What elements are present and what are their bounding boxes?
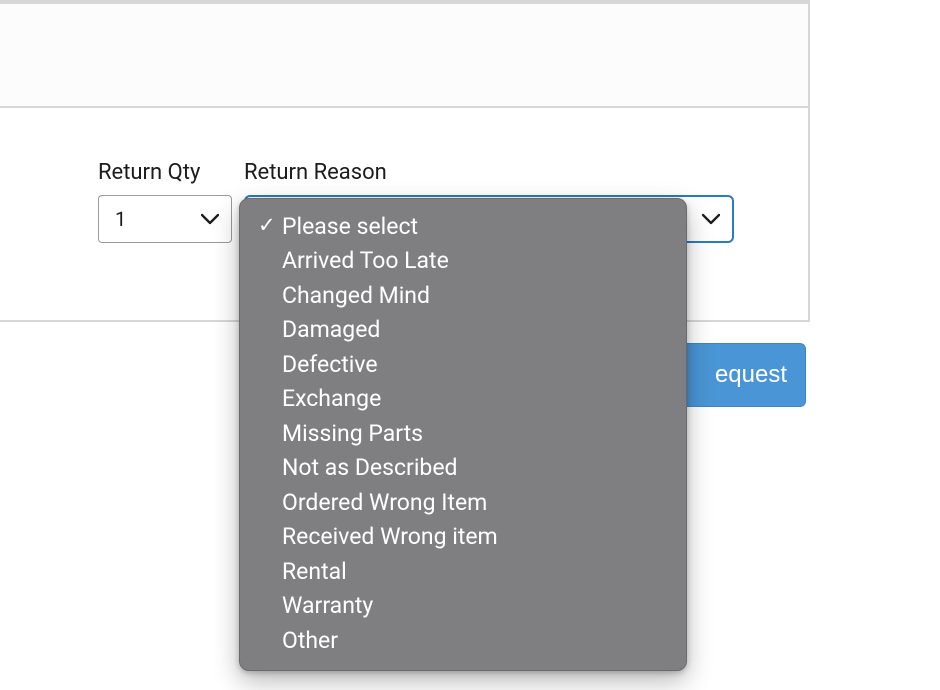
dropdown-item-label: Not as Described — [282, 456, 666, 479]
dropdown-item-label: Defective — [282, 353, 666, 376]
dropdown-item-label: Exchange — [282, 387, 666, 410]
dropdown-item-label: Arrived Too Late — [282, 249, 666, 272]
dropdown-item[interactable]: Changed Mind — [240, 278, 686, 313]
dropdown-item-label: Received Wrong item — [282, 525, 666, 548]
dropdown-item-label: Ordered Wrong Item — [282, 491, 666, 514]
dropdown-item[interactable]: Not as Described — [240, 451, 686, 486]
dropdown-item[interactable]: Rental — [240, 554, 686, 589]
dropdown-item-label: Please select — [282, 215, 666, 238]
dropdown-item[interactable]: Exchange — [240, 382, 686, 417]
dropdown-item-label: Rental — [282, 560, 666, 583]
dropdown-item[interactable]: Ordered Wrong Item — [240, 485, 686, 520]
dropdown-item[interactable]: Received Wrong item — [240, 520, 686, 555]
return-reason-label: Return Reason — [244, 160, 734, 185]
dropdown-item-label: Damaged — [282, 318, 666, 341]
dropdown-item-label: Warranty — [282, 594, 666, 617]
submit-button-label: equest — [715, 361, 787, 389]
dropdown-item[interactable]: Other — [240, 623, 686, 658]
dropdown-item-label: Other — [282, 629, 666, 652]
return-qty-value: 1 — [115, 207, 126, 231]
dropdown-item[interactable]: Missing Parts — [240, 416, 686, 451]
dropdown-item[interactable]: Arrived Too Late — [240, 244, 686, 279]
dropdown-item-label: Missing Parts — [282, 422, 666, 445]
return-reason-dropdown-menu[interactable]: ✓Please select Arrived Too Late Changed Mi… — [239, 198, 687, 671]
chevron-down-icon — [702, 213, 720, 225]
dropdown-item[interactable]: Defective — [240, 347, 686, 382]
dropdown-item[interactable]: ✓Please select — [240, 209, 686, 244]
chevron-down-icon — [201, 213, 219, 225]
dropdown-item[interactable]: Warranty — [240, 589, 686, 624]
dropdown-item-label: Changed Mind — [282, 284, 666, 307]
header-strip-inner — [0, 2, 810, 108]
return-qty-select[interactable]: 1 — [98, 195, 232, 243]
dropdown-item[interactable]: Damaged — [240, 313, 686, 348]
return-qty-group: Return Qty 1 — [98, 160, 232, 243]
check-icon: ✓ — [258, 216, 282, 237]
return-qty-label: Return Qty — [98, 160, 232, 185]
